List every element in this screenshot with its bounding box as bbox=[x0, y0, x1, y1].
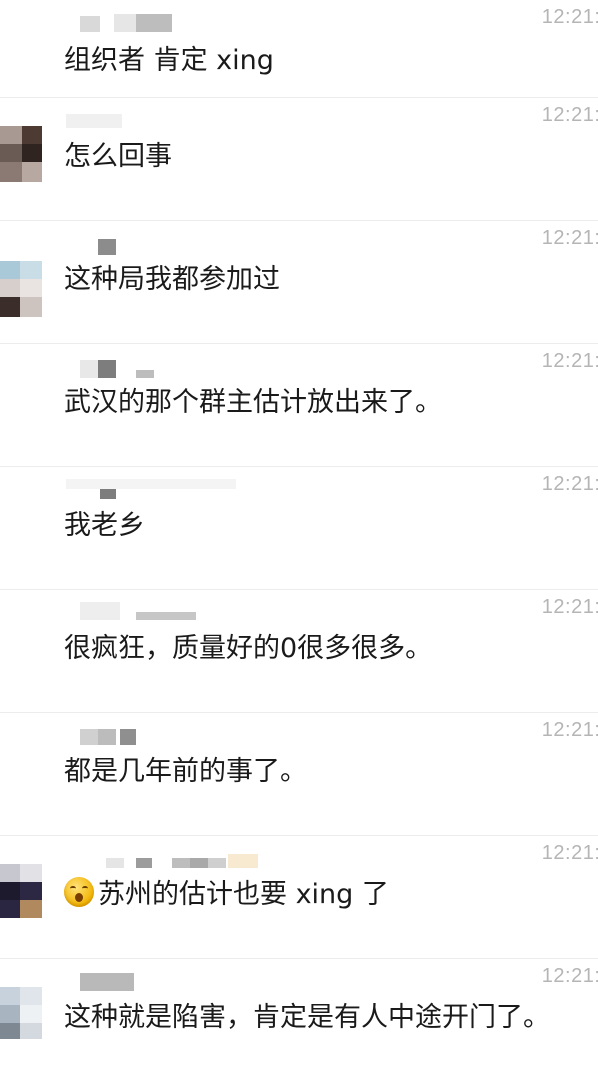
shocked-face-icon bbox=[64, 876, 94, 907]
chat-message[interactable]: 12:21:5 苏州的估计也要 xing 了 bbox=[0, 836, 598, 959]
avatar[interactable] bbox=[0, 249, 42, 327]
avatar[interactable] bbox=[0, 864, 42, 942]
message-timestamp: 12:21:5 bbox=[541, 965, 598, 987]
sender-name-redacted bbox=[66, 848, 266, 868]
sender-name-redacted bbox=[66, 479, 266, 499]
chat-message[interactable]: 12:21:5 怎么回事 bbox=[0, 98, 598, 221]
message-timestamp: 12:21:5 bbox=[541, 842, 598, 864]
message-text-content: 都是几年前的事了。 bbox=[64, 756, 307, 787]
message-text-content: 苏州的估计也要 xing 了 bbox=[98, 879, 389, 910]
message-timestamp: 12:21:5 bbox=[541, 104, 598, 126]
chat-message[interactable]: 12:21:5 武汉的那个群主估计放出来了。 bbox=[0, 344, 598, 467]
message-text-content: 组织者 肯定 xing bbox=[64, 45, 274, 76]
message-text-content: 我老乡 bbox=[64, 510, 145, 541]
message-timestamp: 12:21:5 bbox=[541, 596, 598, 618]
message-text: 这种局我都参加过 bbox=[64, 257, 280, 296]
message-text-content: 武汉的那个群主估计放出来了。 bbox=[64, 387, 442, 418]
message-timestamp: 12:21:5 bbox=[541, 473, 598, 495]
message-text: 这种就是陷害，肯定是有人中途开门了。 bbox=[64, 995, 550, 1034]
message-text-content: 这种就是陷害，肯定是有人中途开门了。 bbox=[64, 1002, 550, 1033]
chat-message[interactable]: 12:21:5 组织者 肯定 xing bbox=[0, 0, 598, 98]
chat-message[interactable]: 12:21:5 我老乡 bbox=[0, 467, 598, 590]
message-text: 怎么回事 bbox=[64, 134, 172, 173]
message-text: 苏州的估计也要 xing 了 bbox=[64, 872, 389, 911]
message-timestamp: 12:21:5 bbox=[541, 719, 598, 741]
message-timestamp: 12:21:5 bbox=[541, 227, 598, 249]
message-text: 武汉的那个群主估计放出来了。 bbox=[64, 380, 442, 419]
message-text-content: 这种局我都参加过 bbox=[64, 264, 280, 295]
chat-message[interactable]: 12:21:5 都是几年前的事了。 bbox=[0, 713, 598, 836]
chat-message[interactable]: 12:21:5 很疯狂，质量好的0很多很多。 bbox=[0, 590, 598, 713]
avatar[interactable] bbox=[0, 126, 42, 204]
avatar[interactable] bbox=[0, 987, 42, 1065]
message-text: 组织者 肯定 xing bbox=[64, 38, 274, 77]
message-timestamp: 12:21:5 bbox=[541, 6, 598, 28]
chat-message[interactable]: 12:21:5 这种局我都参加过 bbox=[0, 221, 598, 344]
sender-name-redacted bbox=[66, 110, 266, 128]
message-text: 我老乡 bbox=[64, 503, 145, 542]
message-timestamp: 12:21:5 bbox=[541, 350, 598, 372]
sender-name-redacted bbox=[66, 725, 266, 745]
sender-name-redacted bbox=[66, 971, 266, 991]
message-text: 都是几年前的事了。 bbox=[64, 749, 307, 788]
chat-message-list: 12:21:5 组织者 肯定 xing 12:21:5 怎么回事 bbox=[0, 0, 598, 1088]
message-text-content: 很疯狂，质量好的0很多很多。 bbox=[64, 633, 433, 664]
sender-name-redacted bbox=[66, 233, 266, 255]
sender-name-redacted bbox=[66, 602, 266, 620]
sender-name-redacted bbox=[66, 356, 266, 378]
message-text-content: 怎么回事 bbox=[64, 141, 172, 172]
message-text: 很疯狂，质量好的0很多很多。 bbox=[64, 626, 432, 665]
chat-message[interactable]: 12:21:5 这种就是陷害，肯定是有人中途开门了。 bbox=[0, 959, 598, 1089]
sender-name-redacted bbox=[66, 12, 266, 32]
